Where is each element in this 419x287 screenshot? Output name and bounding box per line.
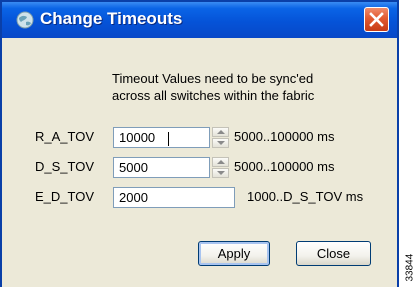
d-s-tov-label: D_S_TOV (35, 159, 95, 174)
r-a-tov-input[interactable] (113, 127, 210, 148)
spin-down-arrow-icon (217, 141, 225, 145)
figure-number-text: 33844 (404, 253, 416, 282)
sync-note-line-1: Timeout Values need to be sync'ed (112, 71, 314, 86)
close-x-icon (369, 12, 384, 27)
d-s-tov-spinner[interactable] (212, 157, 229, 178)
r-a-tov-increment-button[interactable] (212, 127, 229, 137)
d-s-tov-range: 5000..100000 ms (234, 159, 335, 174)
change-timeouts-dialog: Change Timeouts Timeout Values need to b… (0, 0, 399, 287)
apply-button[interactable]: Apply (198, 241, 270, 266)
title-bar[interactable]: Change Timeouts (2, 2, 397, 38)
spin-up-arrow-icon (217, 130, 225, 134)
sync-note-line-2: across all switches within the fabric (112, 88, 315, 103)
e-d-tov-input[interactable] (113, 187, 235, 208)
r-a-tov-decrement-button[interactable] (212, 138, 229, 148)
r-a-tov-spinner[interactable] (212, 127, 229, 148)
figure-number: 33844 (404, 232, 416, 284)
spin-down-arrow-icon (217, 171, 225, 175)
d-s-tov-decrement-button[interactable] (212, 168, 229, 178)
e-d-tov-label: E_D_TOV (35, 189, 95, 204)
sync-note: Timeout Values need to be sync'ed across… (112, 70, 314, 104)
r-a-tov-label: R_A_TOV (35, 129, 95, 144)
text-caret (168, 132, 169, 146)
d-s-tov-increment-button[interactable] (212, 157, 229, 167)
spin-up-arrow-icon (217, 160, 225, 164)
r-a-tov-range: 5000..100000 ms (234, 129, 335, 144)
close-window-button[interactable] (364, 7, 389, 32)
dialog-title: Change Timeouts (40, 9, 183, 28)
d-s-tov-input[interactable] (113, 157, 210, 178)
close-button[interactable]: Close (296, 241, 371, 266)
app-globe-icon (16, 11, 34, 29)
e-d-tov-range: 1000..D_S_TOV ms (247, 189, 364, 204)
